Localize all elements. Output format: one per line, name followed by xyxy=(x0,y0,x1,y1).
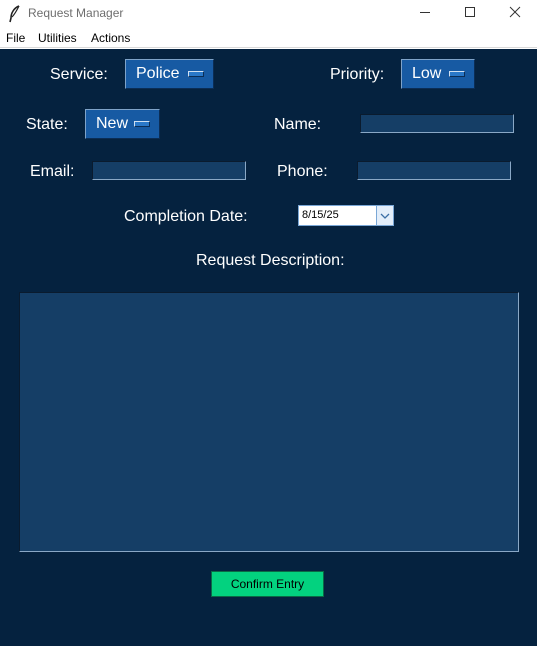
description-label: Request Description: xyxy=(196,252,345,269)
feather-icon xyxy=(8,5,22,23)
completion-date-value: 8/15/25 xyxy=(302,209,339,221)
service-dropdown[interactable]: Police xyxy=(125,59,214,89)
minimize-button[interactable] xyxy=(402,0,448,28)
completion-date-picker[interactable]: 8/15/25 xyxy=(298,205,394,226)
priority-label: Priority: xyxy=(330,66,385,83)
maximize-button[interactable] xyxy=(447,0,493,28)
request-form: Service: Police Priority: Low State: New… xyxy=(0,49,537,646)
date-dropdown-button[interactable] xyxy=(376,206,393,225)
email-field[interactable] xyxy=(92,161,246,180)
name-label: Name: xyxy=(274,116,322,133)
menu-file[interactable]: File xyxy=(6,31,25,45)
menu-utilities[interactable]: Utilities xyxy=(38,31,77,45)
service-value: Police xyxy=(136,65,180,82)
chevron-down-icon xyxy=(380,207,390,225)
menu-actions[interactable]: Actions xyxy=(91,31,130,45)
confirm-entry-label: Confirm Entry xyxy=(230,577,305,591)
phone-label: Phone: xyxy=(277,163,328,180)
confirm-entry-button[interactable]: Confirm Entry xyxy=(211,571,324,597)
name-field[interactable] xyxy=(360,114,514,133)
service-label: Service: xyxy=(50,66,108,83)
minimize-icon xyxy=(419,5,431,23)
maximize-icon xyxy=(464,5,476,23)
dropdown-indicator-icon xyxy=(449,71,465,77)
window-title: Request Manager xyxy=(28,6,124,20)
phone-field[interactable] xyxy=(357,161,511,180)
completion-date-label: Completion Date: xyxy=(124,208,248,225)
close-icon xyxy=(509,5,521,23)
email-label: Email: xyxy=(30,163,75,180)
title-bar: Request Manager xyxy=(0,0,537,28)
priority-value: Low xyxy=(412,65,442,82)
menu-bar: File Utilities Actions xyxy=(0,28,537,48)
state-dropdown[interactable]: New xyxy=(85,109,160,139)
priority-dropdown[interactable]: Low xyxy=(401,59,475,89)
state-value: New xyxy=(96,115,129,132)
state-label: State: xyxy=(26,116,68,133)
dropdown-indicator-icon xyxy=(188,71,204,77)
description-textarea[interactable] xyxy=(19,292,519,552)
close-button[interactable] xyxy=(492,0,537,28)
dropdown-indicator-icon xyxy=(134,121,150,127)
